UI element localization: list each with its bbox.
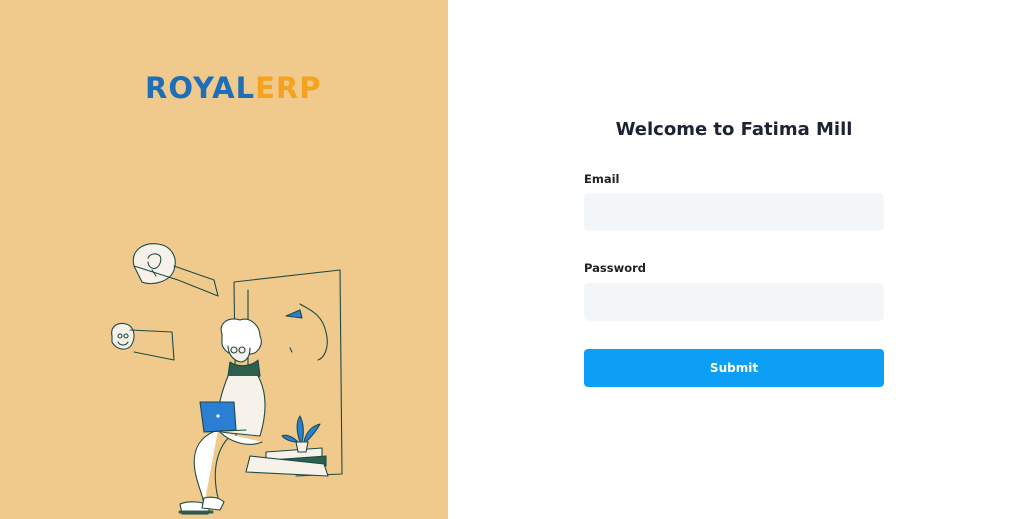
person-figure-icon bbox=[178, 318, 329, 515]
submit-button[interactable]: Submit bbox=[584, 349, 884, 387]
speech-bubble-left-icon bbox=[111, 322, 175, 361]
password-field[interactable] bbox=[584, 283, 884, 321]
plant-icon bbox=[281, 415, 321, 453]
email-field[interactable] bbox=[584, 193, 884, 231]
logo-erp-text: ERP bbox=[255, 71, 322, 105]
password-label: Password bbox=[584, 261, 646, 275]
speech-bubble-top-icon bbox=[132, 243, 219, 297]
branding-panel: ROYALERP bbox=[0, 0, 448, 519]
logo-royal-text: ROYAL bbox=[145, 71, 256, 105]
person-with-laptop-illustration bbox=[111, 243, 343, 515]
login-panel: Welcome to Fatima Mill Email Password Su… bbox=[448, 0, 1020, 519]
email-label: Email bbox=[584, 172, 620, 186]
welcome-title: Welcome to Fatima Mill bbox=[615, 119, 853, 140]
royalerp-logo: ROYALERP bbox=[145, 70, 322, 106]
